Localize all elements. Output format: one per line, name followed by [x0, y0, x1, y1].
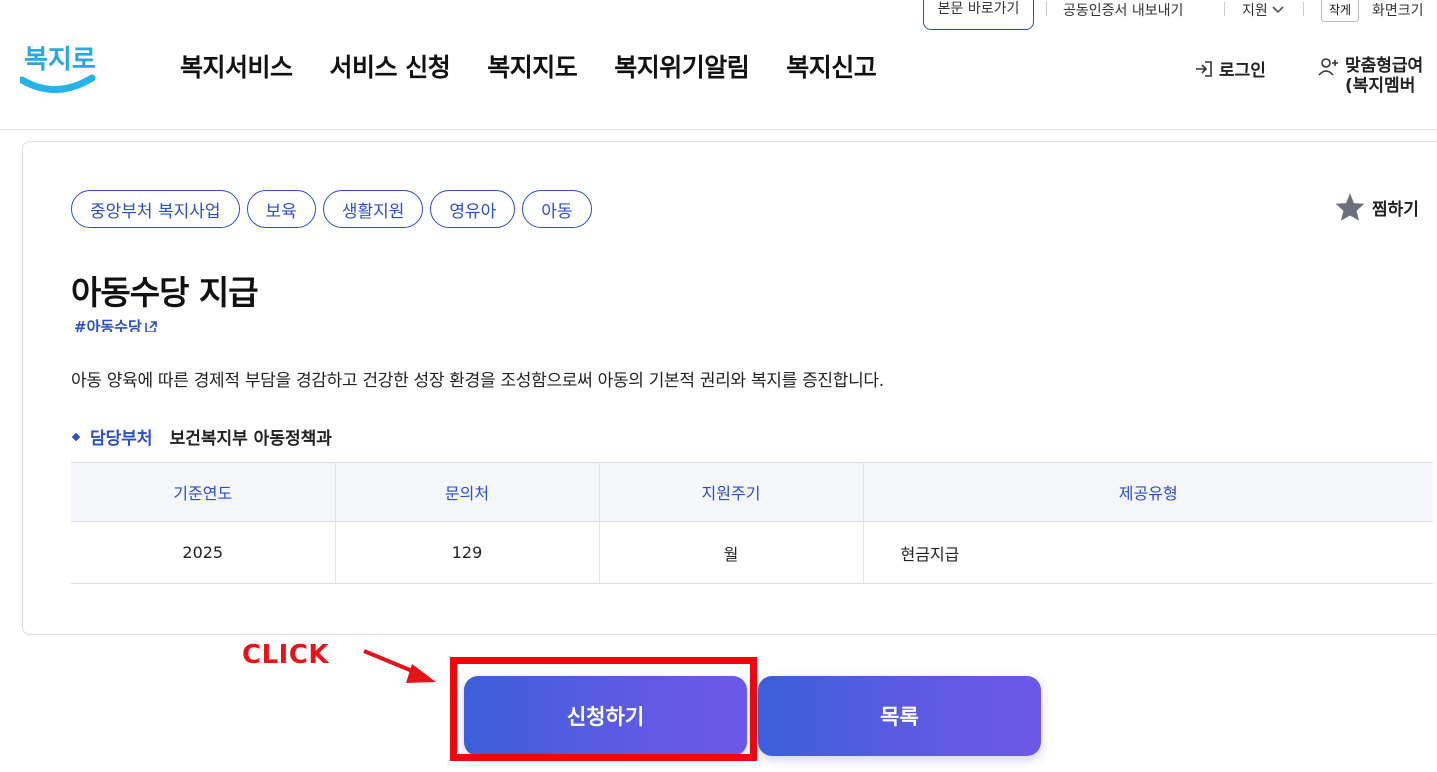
header-support-cycle: 지원주기 [599, 462, 864, 522]
main-nav: 복지서비스 서비스 신청 복지지도 복지위기알림 복지신고 [180, 48, 877, 84]
list-button[interactable]: 목록 [758, 676, 1041, 756]
custom-benefit-sublabel: (복지멤버 [1345, 76, 1416, 96]
tag-childcare[interactable]: 보육 [246, 190, 316, 228]
cert-export-link[interactable]: 공동인증서 내보내기 [1063, 0, 1183, 20]
click-highlight-box [450, 657, 757, 761]
svg-text:복지로: 복지로 [24, 45, 96, 75]
favorite-button[interactable]: 찜하기 [1334, 192, 1419, 222]
font-size-label: 화면크기 [1372, 3, 1424, 19]
department-value: 보건복지부 아동정책과 [169, 429, 332, 449]
department-label: 담당부처 [90, 429, 153, 449]
hashtag-container: #아동수당 [74, 318, 158, 332]
click-annotation-label: CLICK [242, 640, 330, 670]
divider [1224, 2, 1225, 16]
divider [1303, 2, 1304, 16]
cell-provision-type: 현금지급 [863, 521, 1433, 584]
chevron-down-icon [1272, 6, 1284, 14]
header-contact: 문의처 [335, 462, 600, 522]
login-icon [1196, 60, 1212, 77]
custom-benefit-label: 맞춤형급여 [1345, 56, 1424, 76]
tag-infant[interactable]: 영유아 [430, 190, 516, 228]
service-description: 아동 양육에 따른 경제적 부담을 경감하고 건강한 성장 환경을 조성함으로써… [71, 371, 884, 391]
cell-support-cycle: 월 [599, 521, 864, 584]
support-label: 지원 [1242, 3, 1268, 19]
nav-item-crisis-alert[interactable]: 복지위기알림 [614, 48, 750, 84]
department-info: 담당부처 보건복지부 아동정책과 [71, 424, 332, 449]
support-menu[interactable]: 지원 [1242, 0, 1284, 20]
header-base-year: 기준연도 [71, 462, 336, 522]
nav-item-welfare-services[interactable]: 복지서비스 [180, 48, 293, 84]
table-row: 2025 129 월 현금지급 [71, 521, 1433, 584]
tag-child[interactable]: 아동 [522, 190, 592, 228]
user-add-icon [1318, 58, 1338, 76]
header-provision-type: 제공유형 [863, 462, 1433, 522]
logo-mark-icon: 복지로 [18, 45, 96, 93]
arrow-icon [363, 649, 436, 683]
nav-item-welfare-map[interactable]: 복지지도 [487, 48, 578, 84]
tag-list: 중앙부처 복지사업 보육 생활지원 영유아 아동 [71, 190, 592, 228]
favorite-label: 찜하기 [1372, 199, 1419, 220]
cell-contact: 129 [335, 521, 600, 584]
table-header-row: 기준연도 문의처 지원주기 제공유형 [71, 462, 1433, 522]
skip-to-content-link[interactable]: 본문 바로가기 [923, 0, 1034, 30]
tag-central-ministry[interactable]: 중앙부처 복지사업 [71, 190, 240, 228]
nav-item-welfare-report[interactable]: 복지신고 [786, 48, 877, 84]
cell-base-year: 2025 [71, 521, 336, 584]
external-link-icon [144, 321, 157, 332]
divider [1046, 2, 1047, 16]
hashtag-link[interactable]: #아동수당 [74, 318, 158, 332]
page-title: 아동수당 지급 [71, 273, 259, 312]
header-divider [0, 129, 1437, 130]
login-link[interactable]: 로그인 [1194, 56, 1266, 81]
nav-item-service-apply[interactable]: 서비스 신청 [330, 48, 451, 84]
font-small-button[interactable]: 작게 [1321, 0, 1359, 22]
star-icon [1335, 193, 1365, 221]
service-info-table: 기준연도 문의처 지원주기 제공유형 2025 129 월 현금지급 [71, 462, 1433, 584]
tag-living-support[interactable]: 생활지원 [322, 190, 424, 228]
custom-benefit-link[interactable]: 맞춤형급여 (복지멤버 [1318, 56, 1423, 96]
site-logo[interactable]: 복지로 [18, 32, 96, 96]
bullet-icon [71, 432, 81, 441]
login-label: 로그인 [1219, 61, 1266, 81]
hashtag-text: #아동수당 [74, 318, 142, 332]
